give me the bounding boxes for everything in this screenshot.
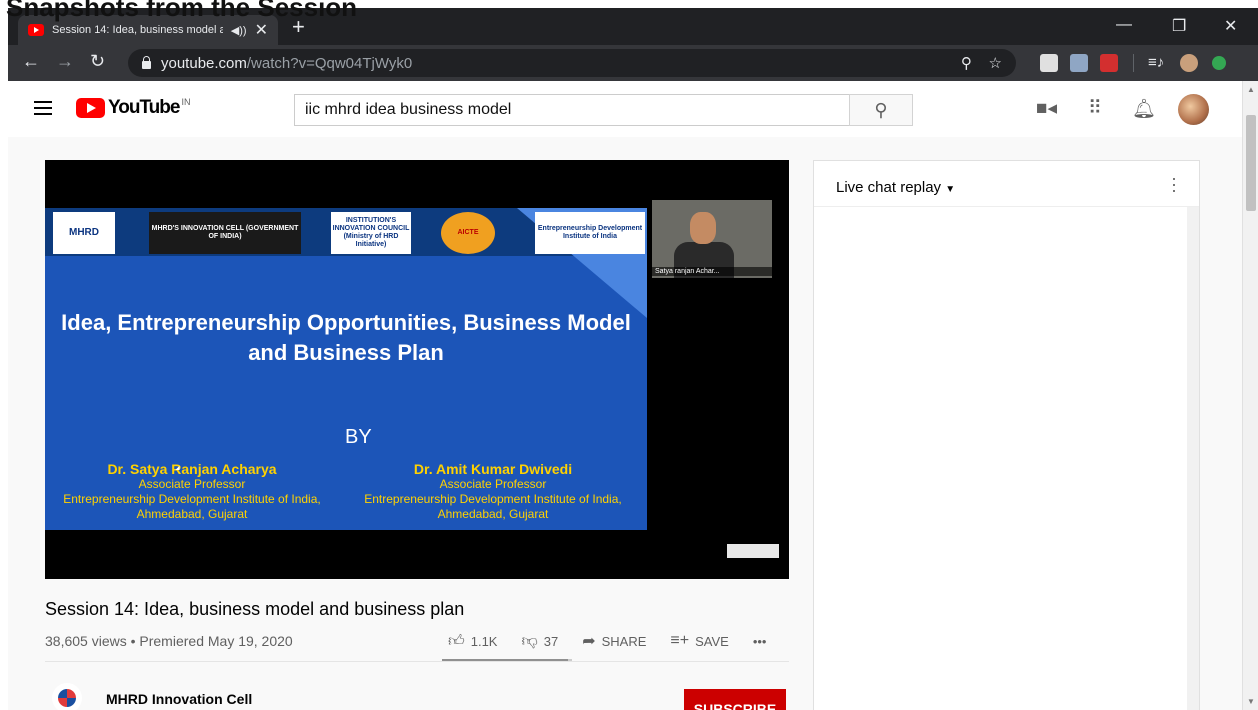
video-views-date: 38,605 views • Premiered May 19, 2020 (45, 633, 293, 649)
browser-window: Session 14: Idea, business model and b ◀… (8, 8, 1258, 710)
presenter-2-org: Entrepreneurship Development Institute o… (364, 492, 622, 521)
browser-toolbar: ← → ↻ youtube.com/watch?v=Qqw04TjWyk0 ⚲ … (8, 45, 1258, 81)
channel-name[interactable]: MHRD Innovation Cell (106, 691, 252, 707)
kebab-menu-icon[interactable]: · · · (1171, 169, 1177, 199)
scroll-up-icon[interactable]: ▲ (1247, 85, 1255, 94)
lock-icon (142, 55, 151, 69)
account-avatar[interactable] (1178, 94, 1209, 125)
webcam-person-face (690, 212, 716, 244)
search-button[interactable]: ⚲ (849, 94, 913, 126)
sync-status-icon[interactable] (1212, 56, 1226, 70)
presenter-1: Dr. Satya Ranjan Acharya Associate Profe… (55, 462, 329, 522)
channel-watermark[interactable] (727, 544, 779, 558)
youtube-logo[interactable]: YouTube IN (76, 97, 190, 119)
back-button[interactable]: ← (22, 51, 40, 72)
iic-logo: INSTITUTION'S INNOVATION COUNCIL (Minist… (331, 212, 411, 254)
profile-avatar-icon[interactable] (1180, 54, 1198, 72)
close-tab-icon[interactable]: ✕ (255, 20, 268, 40)
omnibox-icons: ⚲ ☆ (961, 54, 1002, 72)
dislike-button[interactable]: 👎︎ 37 (521, 632, 558, 651)
presenter-2-name: Dr. Amit Kumar Dwivedi (413, 461, 573, 477)
presenter-1-role: Associate Professor (138, 477, 246, 491)
chat-title-dropdown[interactable]: Live chat replay ▼ (836, 179, 955, 196)
aicte-logo: AICTE (441, 212, 495, 254)
channel-avatar[interactable] (52, 683, 82, 710)
more-icon: ••• (752, 633, 767, 649)
create-video-icon[interactable]: ■◂ (1036, 97, 1057, 120)
video-title: Session 14: Idea, business model and bus… (45, 599, 465, 619)
tab-title: Session 14: Idea, business model and b (52, 24, 223, 36)
like-count: 1.1K (470, 633, 498, 649)
bookmark-star-icon[interactable]: ☆ (989, 55, 1002, 72)
chat-header: Live chat replay ▼ · · · (814, 161, 1199, 207)
zoom-icon[interactable]: ⚲ (961, 55, 972, 72)
slide-title: Idea, Entrepreneurship Opportunities, Bu… (61, 310, 631, 365)
like-button[interactable]: 👍︎ 1.1K (448, 632, 497, 651)
close-window-icon[interactable]: ✕ (1224, 16, 1237, 36)
snapshot-caption: Snapshots from the Session (6, 0, 358, 22)
youtube-play-icon (76, 98, 105, 118)
live-chat-panel: Live chat replay ▼ · · · (813, 160, 1200, 710)
presenter-2: Dr. Amit Kumar Dwivedi Associate Profess… (345, 462, 641, 522)
thumbs-up-icon: 👍︎ (448, 632, 465, 650)
youtube-header: YouTube IN iic mhrd idea business model … (8, 81, 1242, 137)
scroll-down-icon[interactable]: ▼ (1247, 697, 1255, 706)
subscribe-button[interactable]: SUBSCRIBE (684, 689, 786, 710)
hamburger-menu-icon[interactable] (34, 101, 52, 119)
url-host: youtube.com (161, 54, 247, 72)
edii-logo: Entrepreneurship Development Institute o… (535, 212, 645, 254)
presenter-1-name: Dr. Satya Ranjan Acharya (107, 461, 277, 477)
speaker-icon[interactable]: ◀)) (231, 24, 247, 37)
notifications-bell-icon[interactable]: 🔔︎ (1132, 97, 1156, 121)
forward-button[interactable]: → (56, 51, 74, 72)
address-bar[interactable]: youtube.com/watch?v=Qqw04TjWyk0 ⚲ ☆ (128, 49, 1016, 77)
extension-icon-1[interactable] (1040, 54, 1058, 72)
reload-button[interactable]: ↻ (90, 51, 105, 72)
minimize-icon[interactable]: — (1116, 16, 1132, 34)
webcam-feed: Satya ranjan Achar... (652, 200, 772, 278)
presenter-1-org: Entrepreneurship Development Institute o… (63, 492, 321, 521)
save-button[interactable]: ≡+ SAVE (670, 632, 728, 650)
page-scrollbar[interactable]: ▲ ▼ (1242, 81, 1258, 710)
thumbs-down-icon: 👎︎ (521, 632, 538, 650)
innovation-cell-logo: MHRD'S INNOVATION CELL (GOVERNMENT OF IN… (149, 212, 301, 254)
slide-by: BY (345, 426, 372, 448)
video-actions: 👍︎ 1.1K 👎︎ 37 ➦ SHARE ≡+ SAVE ••• (448, 631, 790, 651)
toolbar-separator (1133, 54, 1134, 72)
video-player[interactable]: MHRD MHRD'S INNOVATION CELL (GOVERNMENT … (45, 160, 789, 579)
mhrd-logo: MHRD (53, 212, 115, 254)
caret-down-icon: ▼ (945, 184, 956, 195)
share-button[interactable]: ➦ SHARE (582, 631, 646, 651)
save-label: SAVE (695, 633, 729, 649)
pdf-extension-icon[interactable] (1100, 54, 1118, 72)
extension-icon-2[interactable] (1070, 54, 1088, 72)
divider (45, 661, 789, 662)
youtube-favicon-icon (28, 24, 44, 36)
presentation-slide: MHRD MHRD'S INNOVATION CELL (GOVERNMENT … (45, 208, 647, 530)
restore-icon[interactable]: ❐ (1172, 16, 1186, 36)
apps-grid-icon[interactable]: ⠿ (1088, 97, 1102, 120)
webcam-caption: Satya ranjan Achar... (652, 267, 772, 276)
chat-scrollbar[interactable] (1187, 207, 1199, 710)
search-input[interactable]: iic mhrd idea business model (294, 94, 850, 126)
media-control-icon[interactable]: ≡♪ (1148, 54, 1164, 71)
share-label: SHARE (601, 633, 647, 649)
youtube-wordmark: YouTube (108, 97, 180, 118)
scrollbar-thumb[interactable] (1246, 115, 1256, 211)
youtube-page: YouTube IN iic mhrd idea business model … (8, 81, 1242, 710)
dislike-count: 37 (543, 633, 559, 649)
search-icon: ⚲ (874, 99, 888, 120)
url-path: /watch?v=Qqw04TjWyk0 (246, 54, 413, 72)
country-code: IN (181, 97, 191, 107)
more-actions-button[interactable]: ••• (753, 634, 767, 649)
share-arrow-icon: ➦ (582, 633, 596, 650)
add-to-playlist-icon: ≡+ (670, 632, 690, 649)
presenter-2-role: Associate Professor (439, 477, 547, 491)
